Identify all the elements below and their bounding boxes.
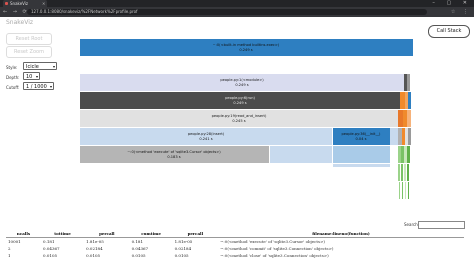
icicle-block-small[interactable]	[390, 128, 398, 145]
svg-text:people.py:1(<module>): people.py:1(<module>)	[220, 78, 264, 82]
icicle-block-execute[interactable]: ~:0(<method 'execute' of 'sqlite3.Cursor…	[80, 146, 269, 163]
tab-title: SnakeViz	[10, 1, 29, 6]
icicle-block-sub[interactable]	[270, 146, 332, 163]
svg-text:0.245 s: 0.245 s	[232, 119, 245, 123]
cell: 0.04367	[131, 246, 149, 251]
table-row[interactable]: 10001 0.181 1.81e-05 0.181 1.81e-05 ~:0(…	[6, 238, 464, 246]
icicle-block-exec[interactable]: ~:0(<built-in method builtins.exec>) 0.2…	[80, 39, 413, 56]
col-filename[interactable]: filename:lineno(function)	[218, 230, 464, 238]
cell: 0.181	[43, 239, 55, 244]
cell: 0.04367	[43, 246, 60, 251]
icicle-block-module[interactable]: people.py:1(<module>) 0.249 s	[80, 74, 404, 91]
icicle-block-read-and-insert[interactable]: people.py:19(read_and_insert) 0.245 s	[80, 110, 398, 127]
icicle-block-sub[interactable]	[333, 164, 390, 167]
icicle-block-init[interactable]: people.py:36(__init__) 0.04 s	[333, 128, 390, 145]
cell: 0.02184	[174, 246, 192, 251]
cell: ~:0(<method 'execute' of 'sqlite3.Cursor…	[220, 239, 325, 244]
svg-text:~:0(<method 'execute' of 'sqli: ~:0(<method 'execute' of 'sqlite3.Cursor…	[127, 150, 221, 154]
browser-tab[interactable]: SnakeViz ✕	[3, 0, 47, 7]
svg-text:0.249 s: 0.249 s	[235, 83, 248, 87]
col-cumtime[interactable]: cumtime	[129, 230, 173, 238]
tab-close-icon[interactable]: ✕	[42, 0, 45, 7]
favicon-icon	[5, 2, 8, 5]
svg-text:people.py:36(__init__): people.py:36(__init__)	[342, 132, 382, 136]
svg-text:0.04 s: 0.04 s	[355, 137, 366, 141]
col-percall[interactable]: percall	[84, 230, 130, 238]
cell: 0.0105	[174, 253, 189, 258]
stats-table: ncalls tottime percall cumtime percall f…	[6, 230, 464, 259]
svg-text:0.183 s: 0.183 s	[167, 155, 180, 159]
col-ncalls[interactable]: ncalls	[6, 230, 42, 238]
svg-text:people.py:19(read_and_insert): people.py:19(read_and_insert)	[212, 114, 267, 118]
url-input[interactable]: 127.0.0.1:8080/snakeviz/%2FNetwork%2Fpro…	[27, 9, 427, 15]
svg-text:people.py:6(run): people.py:6(run)	[225, 96, 255, 100]
search-label: Search:	[404, 222, 420, 227]
cell: 0.0105	[43, 253, 58, 258]
svg-text:0.249 s: 0.249 s	[239, 48, 252, 52]
col-tottime[interactable]: tottime	[41, 230, 85, 238]
cell: 1	[8, 253, 11, 258]
svg-text:people.py:28(insert): people.py:28(insert)	[188, 132, 225, 136]
icicle-block-run[interactable]: people.py:6(run) 0.249 s	[80, 92, 400, 109]
svg-text:0.249 s: 0.249 s	[233, 101, 246, 105]
icicle-block-insert[interactable]: people.py:28(insert) 0.241 s	[80, 128, 332, 145]
cell: 2	[8, 246, 11, 251]
browser-tab-bar: SnakeViz ✕ – ▢ ✕	[0, 0, 474, 7]
cell: 1.81e-05	[86, 239, 104, 244]
cell: 10001	[8, 239, 21, 244]
table-row[interactable]: 2 0.04367 0.02184 0.04367 0.02184 ~:0(<m…	[6, 245, 464, 252]
cell: 0.02184	[86, 246, 103, 251]
cell: ~:0(<method 'close' of 'sqlite3.Connecti…	[220, 253, 329, 258]
cell: 0.0105	[131, 253, 146, 258]
snakeviz-page: SnakeViz Reset Root Reset Zoom Style: Ic…	[0, 17, 474, 259]
svg-text:0.241 s: 0.241 s	[199, 137, 212, 141]
window-controls[interactable]: – ▢ ✕	[432, 0, 472, 7]
cell: 0.181	[131, 239, 144, 244]
table-row[interactable]: 1 0.0105 0.0105 0.0105 0.0105 ~:0(<metho…	[6, 252, 464, 259]
icicle-block-sub[interactable]	[333, 146, 390, 163]
browser-menu-icon[interactable]: ☆ ⋮	[451, 7, 471, 17]
nav-buttons-icon[interactable]: ← → ⟳	[3, 7, 29, 17]
table-header-row: ncalls tottime percall cumtime percall f…	[6, 230, 464, 238]
cell: 1.81e-05	[174, 239, 193, 244]
icicle-chart: ~:0(<built-in method builtins.exec>) 0.2…	[80, 39, 413, 199]
cell: 0.0105	[86, 253, 101, 258]
address-bar: ← → ⟳ 127.0.0.1:8080/snakeviz/%2FNetwork…	[0, 7, 474, 17]
svg-text:~:0(<built-in method builtins.: ~:0(<built-in method builtins.exec>)	[213, 43, 280, 47]
cell: ~:0(<method 'commit' of 'sqlite3.Connect…	[220, 246, 334, 251]
search-input[interactable]	[418, 221, 465, 229]
col-percall[interactable]: percall	[172, 230, 219, 238]
